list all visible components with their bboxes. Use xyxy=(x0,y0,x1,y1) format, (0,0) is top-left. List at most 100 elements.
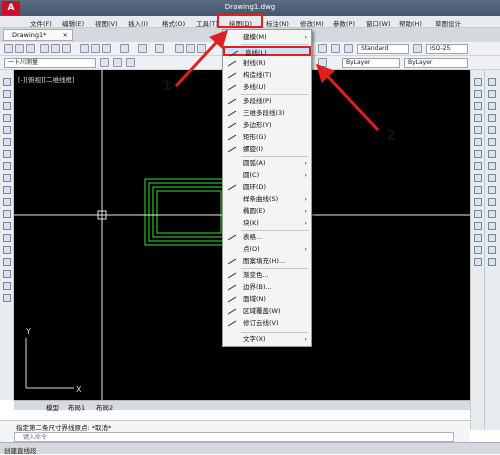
tab-layout2[interactable]: 布局2 xyxy=(96,402,113,412)
open-icon[interactable] xyxy=(15,44,24,53)
menu-format[interactable]: 格式(O) xyxy=(162,18,185,28)
make-current-icon[interactable] xyxy=(126,58,135,67)
draw-menu-item-12[interactable]: 圆环(D) xyxy=(223,182,311,192)
draw-menu-item-7[interactable]: 多边形(Y) xyxy=(223,120,311,130)
table-tool-icon[interactable] xyxy=(3,282,11,290)
menu-edit[interactable]: 编辑(E) xyxy=(62,18,84,28)
offset-tool-icon[interactable] xyxy=(474,114,482,122)
draw-menu-item-11[interactable]: 圆(C) › xyxy=(223,170,311,180)
snap-quadrant-icon[interactable] xyxy=(488,162,496,170)
snap-extension-icon[interactable] xyxy=(488,138,496,146)
preview-icon[interactable] xyxy=(51,44,60,53)
xline-tool-icon[interactable] xyxy=(3,90,11,98)
line-tool-icon[interactable] xyxy=(3,78,11,86)
snap-settings-icon[interactable] xyxy=(488,258,496,266)
stretch-tool-icon[interactable] xyxy=(474,174,482,182)
draw-menu-item-17[interactable]: 点(O) › xyxy=(223,244,311,254)
chamfer-tool-icon[interactable] xyxy=(474,234,482,242)
tab-model[interactable]: 模型 xyxy=(46,402,59,412)
close-tab-icon[interactable]: × xyxy=(63,30,68,40)
ellipse-tool-icon[interactable] xyxy=(3,186,11,194)
hatch-tool-icon[interactable] xyxy=(3,246,11,254)
scale-tool-icon[interactable] xyxy=(474,162,482,170)
layer-properties-icon[interactable] xyxy=(100,58,109,67)
revcloud-tool-icon[interactable] xyxy=(3,162,11,170)
paste-icon[interactable] xyxy=(102,44,111,53)
pan-icon[interactable] xyxy=(175,44,184,53)
insert-block-tool-icon[interactable] xyxy=(3,210,11,218)
join-tool-icon[interactable] xyxy=(474,222,482,230)
color-icon[interactable] xyxy=(318,58,327,67)
menu-tools[interactable]: 工具(T) xyxy=(196,18,218,28)
color-dropdown[interactable]: ByLayer xyxy=(342,58,400,68)
properties-icon[interactable] xyxy=(318,44,327,53)
point-tool-icon[interactable] xyxy=(3,234,11,242)
erase-tool-icon[interactable] xyxy=(474,78,482,86)
draw-menu-item-13[interactable]: 样条曲线(S) › xyxy=(223,194,311,204)
draw-menu-item-9[interactable]: 螺旋(I) xyxy=(223,144,311,154)
snap-temp-icon[interactable] xyxy=(488,78,496,86)
plot-icon[interactable] xyxy=(40,44,49,53)
menu-view[interactable]: 视图(V) xyxy=(95,18,118,28)
draw-menu-item-19[interactable]: 渐变色... xyxy=(223,270,311,280)
draw-menu-item-14[interactable]: 椭圆(E) › xyxy=(223,206,311,216)
draw-menu-item-22[interactable]: 区域覆盖(W) xyxy=(223,306,311,316)
redo-icon[interactable] xyxy=(155,44,164,53)
draw-menu-item-16[interactable]: 表格... xyxy=(223,232,311,242)
snap-perpendicular-icon[interactable] xyxy=(488,186,496,194)
draw-menu-item-15[interactable]: 块(K) › xyxy=(223,218,311,228)
fillet-tool-icon[interactable] xyxy=(474,246,482,254)
draw-menu-item-1[interactable]: 直线(L) xyxy=(223,46,311,57)
snap-nearest-icon[interactable] xyxy=(488,234,496,242)
rotate-tool-icon[interactable] xyxy=(474,150,482,158)
explode-tool-icon[interactable] xyxy=(474,258,482,266)
menu-dimension[interactable]: 标注(N) xyxy=(266,18,289,28)
snap-none-icon[interactable] xyxy=(488,246,496,254)
draw-menu-item-3[interactable]: 构造线(T) xyxy=(223,70,311,80)
snap-tangent-icon[interactable] xyxy=(488,174,496,182)
draw-menu-item-21[interactable]: 面域(N) xyxy=(223,294,311,304)
snap-endpoint-icon[interactable] xyxy=(488,90,496,98)
draw-menu-item-6[interactable]: 三维多段线(3) xyxy=(223,108,311,118)
menu-insert[interactable]: 插入(I) xyxy=(128,18,148,28)
snap-midpoint-icon[interactable] xyxy=(488,102,496,110)
copy-icon[interactable] xyxy=(91,44,100,53)
command-input-row[interactable] xyxy=(14,432,454,442)
gradient-tool-icon[interactable] xyxy=(3,258,11,266)
menu-modify[interactable]: 修改(M) xyxy=(300,18,324,28)
publish-icon[interactable] xyxy=(62,44,71,53)
draw-menu-item-0[interactable]: 建模(M) › xyxy=(223,32,311,42)
draw-menu-item-5[interactable]: 多段线(P) xyxy=(223,96,311,106)
break-tool-icon[interactable] xyxy=(474,210,482,218)
spline-tool-icon[interactable] xyxy=(3,174,11,182)
draw-menu-item-8[interactable]: 矩形(G) xyxy=(223,132,311,142)
snap-intersection-icon[interactable] xyxy=(488,114,496,122)
layer-state-icon[interactable] xyxy=(113,58,122,67)
snap-insert-icon[interactable] xyxy=(488,210,496,218)
region-tool-icon[interactable] xyxy=(3,270,11,278)
arc-tool-icon[interactable] xyxy=(3,138,11,146)
snap-center-icon[interactable] xyxy=(488,150,496,158)
tab-layout1[interactable]: 布局1 xyxy=(68,402,85,412)
ellipse-arc-tool-icon[interactable] xyxy=(3,198,11,206)
draw-menu-item-23[interactable]: 修订云线(V) xyxy=(223,318,311,328)
polygon-tool-icon[interactable] xyxy=(3,114,11,122)
mtext-tool-icon[interactable] xyxy=(3,294,11,302)
menu-help[interactable]: 帮助(H) xyxy=(399,18,422,28)
trim-tool-icon[interactable] xyxy=(474,186,482,194)
zoom-window-icon[interactable] xyxy=(197,44,206,53)
move-tool-icon[interactable] xyxy=(474,138,482,146)
polyline-tool-icon[interactable] xyxy=(3,102,11,110)
circle-tool-icon[interactable] xyxy=(3,150,11,158)
command-input[interactable] xyxy=(23,433,443,441)
menu-file[interactable]: 文件(F) xyxy=(30,18,52,28)
draw-menu-item-10[interactable]: 圆弧(A) › xyxy=(223,158,311,168)
dim-style-dropdown[interactable]: ISO-25 xyxy=(426,44,468,54)
draw-menu-item-20[interactable]: 边界(B)... xyxy=(223,282,311,292)
tab-drawing1[interactable]: Drawing1* × xyxy=(3,29,73,41)
menu-window[interactable]: 窗口(W) xyxy=(366,18,391,28)
array-tool-icon[interactable] xyxy=(474,126,482,134)
dim-style-icon[interactable] xyxy=(413,44,422,53)
zoom-icon[interactable] xyxy=(186,44,195,53)
menu-parametric[interactable]: 参数(P) xyxy=(333,18,355,28)
